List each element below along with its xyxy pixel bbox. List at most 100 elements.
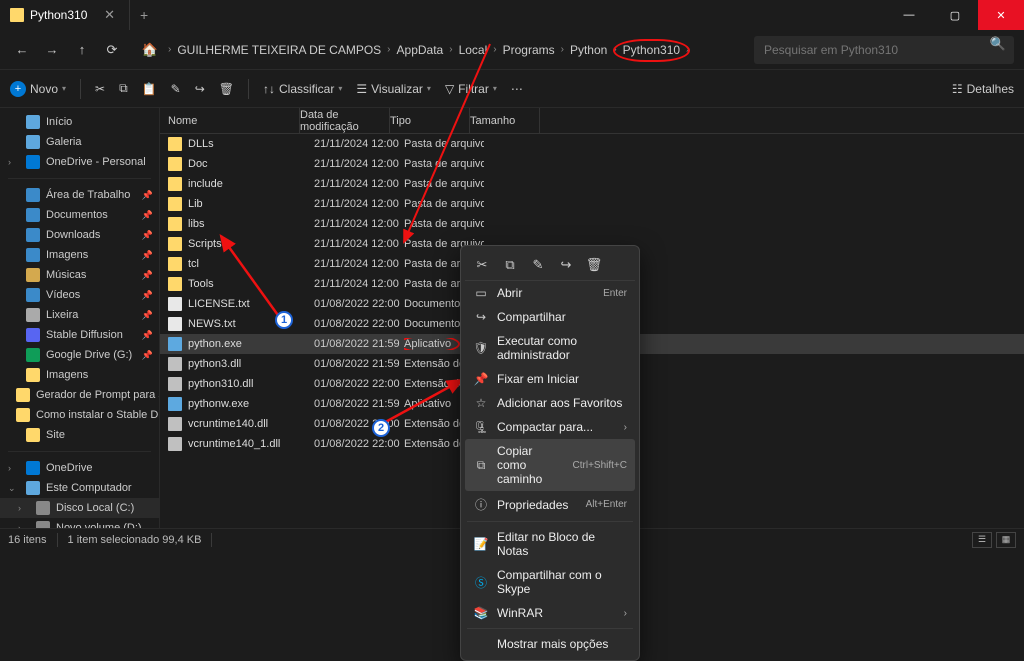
sidebar-this-pc[interactable]: ⌄Este Computador [0, 478, 159, 498]
file-name: python3.dll [188, 358, 314, 370]
header-date[interactable]: Data de modificação [300, 108, 390, 133]
sidebar-images-folder[interactable]: Imagens [0, 365, 159, 385]
window-maximize[interactable]: ▢ [932, 0, 978, 30]
sidebar-disk-c[interactable]: ›Disco Local (C:) [0, 498, 159, 518]
sidebar-recycle-bin[interactable]: Lixeira📌 [0, 305, 159, 325]
cm-properties[interactable]: ⓘPropriedadesAlt+Enter [465, 491, 635, 518]
file-date: 01/08/2022 22:00 [314, 418, 404, 430]
nav-forward[interactable]: → [40, 38, 64, 62]
cm-run-admin[interactable]: 🛡Executar como administrador [465, 329, 635, 367]
sidebar-music[interactable]: Músicas📌 [0, 265, 159, 285]
breadcrumb-item[interactable]: GUILHERME TEIXEIRA DE CAMPOS [177, 43, 381, 57]
file-name: Doc [188, 158, 314, 170]
cm-edit-notepad[interactable]: 📝Editar no Bloco de Notas [465, 525, 635, 563]
view-grid-icon[interactable]: ▦ [996, 532, 1016, 548]
details-button[interactable]: ☷ Detalhes [952, 82, 1014, 96]
cm-pin-start[interactable]: 📌Fixar em Iniciar [465, 367, 635, 391]
header-type[interactable]: Tipo [390, 108, 470, 133]
view-list-icon[interactable]: ☰ [972, 532, 992, 548]
sidebar-documents[interactable]: Documentos📌 [0, 205, 159, 225]
cm-copy-path[interactable]: ⧉Copiar como caminhoCtrl+Shift+C [465, 439, 635, 491]
sidebar-folder[interactable]: Gerador de Prompt para Stable Diffusion … [0, 385, 159, 405]
sidebar-folder[interactable]: Como instalar o Stable Diffusion AUTOMAT… [0, 405, 159, 425]
file-date: 21/11/2024 12:00 [314, 158, 404, 170]
file-type: Pasta de arquivos [404, 138, 484, 150]
file-row[interactable]: include 21/11/2024 12:00 Pasta de arquiv… [160, 174, 1024, 194]
file-row[interactable]: DLLs 21/11/2024 12:00 Pasta de arquivos [160, 134, 1024, 154]
file-date: 21/11/2024 12:00 [314, 198, 404, 210]
breadcrumb-item[interactable]: Programs [503, 43, 555, 57]
sidebar-videos[interactable]: Vídeos📌 [0, 285, 159, 305]
sidebar-disk-d[interactable]: ›Novo volume (D:) [0, 518, 159, 528]
file-row[interactable]: Doc 21/11/2024 12:00 Pasta de arquivos [160, 154, 1024, 174]
cm-share-icon[interactable]: ↪ [557, 256, 575, 274]
search-input[interactable] [754, 36, 1014, 64]
file-name: Lib [188, 198, 314, 210]
dll-icon [168, 377, 182, 391]
cm-more-options[interactable]: Mostrar mais opções [465, 632, 635, 656]
cm-share[interactable]: ↪Compartilhar [465, 305, 635, 329]
paste-button[interactable]: 📋 [142, 82, 157, 96]
breadcrumb-item[interactable]: Local [459, 43, 488, 57]
sidebar-desktop[interactable]: Área de Trabalho📌 [0, 185, 159, 205]
sidebar-gallery[interactable]: Galeria [0, 132, 159, 152]
cm-open[interactable]: ▭AbrirEnter [465, 281, 635, 305]
cm-cut-icon[interactable]: ✂ [473, 256, 491, 274]
sidebar-images[interactable]: Imagens📌 [0, 245, 159, 265]
sidebar-stable-diffusion[interactable]: Stable Diffusion📌 [0, 325, 159, 345]
sidebar-downloads[interactable]: Downloads📌 [0, 225, 159, 245]
sidebar-onedrive2[interactable]: ›OneDrive [0, 458, 159, 478]
sidebar-google-drive[interactable]: Google Drive (G:)📌 [0, 345, 159, 365]
header-name[interactable]: Nome [160, 108, 300, 133]
tab-close[interactable]: ✕ [100, 7, 119, 23]
cm-add-fav[interactable]: ☆Adicionar aos Favoritos [465, 391, 635, 415]
folder-icon [168, 177, 182, 191]
new-button[interactable]: +Novo▾ [10, 81, 66, 97]
sidebar-folder[interactable]: Site [0, 425, 159, 445]
breadcrumb-item[interactable]: Python [570, 43, 607, 57]
cm-compress[interactable]: 🗜Compactar para...› [465, 415, 635, 439]
cm-skype[interactable]: ⓈCompartilhar com o Skype [465, 563, 635, 601]
file-row[interactable]: Lib 21/11/2024 12:00 Pasta de arquivos [160, 194, 1024, 214]
rename-button[interactable]: ✎ [171, 82, 181, 96]
props-icon: ⓘ [473, 496, 489, 513]
sidebar-onedrive[interactable]: ›OneDrive - Personal [0, 152, 159, 172]
file-date: 01/08/2022 22:00 [314, 378, 404, 390]
share-button[interactable]: ↪ [195, 82, 205, 96]
cm-delete-icon[interactable]: 🗑 [585, 256, 603, 274]
header-size[interactable]: Tamanho [470, 108, 540, 133]
copy-button[interactable]: ⧉ [119, 81, 128, 96]
breadcrumb-item[interactable]: AppData [397, 43, 444, 57]
window-tab[interactable]: Python310 ✕ [0, 0, 130, 30]
file-date: 01/08/2022 21:59 [314, 338, 404, 350]
addressbar: ← → ↑ ⟳ 🏠 › GUILHERME TEIXEIRA DE CAMPOS… [0, 30, 1024, 70]
cm-winrar[interactable]: 📚WinRAR› [465, 601, 635, 625]
nav-back[interactable]: ← [10, 38, 34, 62]
file-name: Scripts [188, 238, 314, 250]
breadcrumb-current[interactable]: Python310 [623, 43, 680, 57]
file-date: 01/08/2022 21:59 [314, 358, 404, 370]
cut-button[interactable]: ✂ [95, 82, 105, 96]
window-minimize[interactable]: — [886, 0, 932, 30]
more-button[interactable]: ⋯ [511, 82, 523, 96]
cm-copy-icon[interactable]: ⧉ [501, 256, 519, 274]
file-name: libs [188, 218, 314, 230]
view-button[interactable]: ☰ Visualizar▾ [356, 82, 431, 96]
window-close[interactable]: ✕ [978, 0, 1024, 30]
file-name: vcruntime140_1.dll [188, 438, 314, 450]
delete-button[interactable]: 🗑 [219, 82, 234, 96]
nav-up[interactable]: ↑ [70, 38, 94, 62]
breadcrumb[interactable]: 🏠 › GUILHERME TEIXEIRA DE CAMPOS› AppDat… [138, 38, 748, 62]
column-headers[interactable]: Nome Data de modificação Tipo Tamanho [160, 108, 1024, 134]
nav-refresh[interactable]: ⟳ [100, 38, 124, 62]
notepad-icon: 📝 [473, 537, 489, 551]
file-row[interactable]: libs 21/11/2024 12:00 Pasta de arquivos [160, 214, 1024, 234]
tab-add[interactable]: + [130, 7, 158, 23]
cm-rename-icon[interactable]: ✎ [529, 256, 547, 274]
file-name: vcruntime140.dll [188, 418, 314, 430]
home-icon[interactable]: 🏠 [138, 38, 162, 62]
filter-button[interactable]: ▽ Filtrar▾ [445, 82, 497, 96]
sidebar-home[interactable]: Início [0, 112, 159, 132]
file-type: Pasta de arquivos [404, 158, 484, 170]
sort-button[interactable]: ↑↓ Classificar▾ [263, 82, 342, 96]
